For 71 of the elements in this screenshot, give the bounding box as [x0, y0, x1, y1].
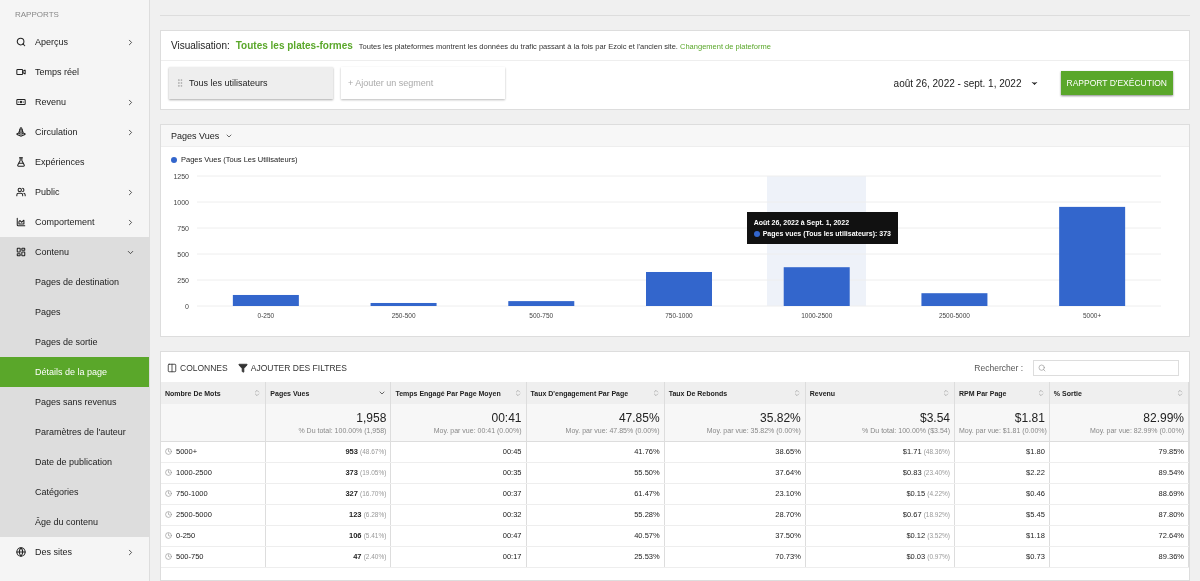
- sort-icon: [942, 389, 951, 397]
- sidebar-item[interactable]: Temps réel: [0, 57, 149, 87]
- sidebar-item[interactable]: Aperçus: [0, 27, 149, 57]
- chevron-right-icon: [126, 187, 135, 197]
- sort-icon: [1036, 389, 1045, 397]
- flask-icon: [16, 157, 26, 167]
- total-value: 35.82%: [759, 410, 801, 425]
- total-value: $1.81: [1013, 410, 1045, 425]
- sidebar-item[interactable]: Revenu: [0, 87, 149, 117]
- sort-icon: [792, 389, 801, 397]
- globe-icon: [16, 547, 26, 557]
- sidebar-item[interactable]: Contenu: [0, 237, 149, 267]
- total-value: 47.85%: [617, 410, 660, 425]
- clock-icon: [165, 531, 172, 539]
- search-field[interactable]: [1033, 360, 1179, 376]
- area-chart-icon: [16, 217, 26, 227]
- bar[interactable]: [1059, 206, 1126, 306]
- sidebar-subitem[interactable]: Pages de sortie: [0, 327, 149, 357]
- columns-button[interactable]: COLONNES: [167, 363, 228, 373]
- sort-desc-icon: [378, 389, 387, 397]
- total-value: 82.99%: [1142, 410, 1184, 425]
- video-camera-icon: [16, 67, 26, 77]
- filter-icon: [237, 363, 248, 373]
- sort-icon: [253, 389, 262, 397]
- bar[interactable]: [370, 303, 437, 306]
- sidebar-subitem[interactable]: Pages: [0, 297, 149, 327]
- platform-name: Toutes les plates-formes: [235, 40, 353, 51]
- section-heading: RAPPORTS: [14, 9, 60, 21]
- total-value: 1,958: [355, 410, 387, 425]
- total-value: 00:41: [490, 410, 522, 425]
- chevron-right-icon: [126, 97, 135, 107]
- search-icon: [1038, 364, 1046, 372]
- metric-selector[interactable]: Pages Vues: [171, 130, 220, 141]
- chevron-right-icon: [126, 217, 135, 227]
- visualization-label: Visualisation:: [171, 40, 230, 51]
- date-range-dropdown[interactable]: août 26, 2022 - sept. 1, 2022: [887, 76, 1045, 90]
- sidebar-subitem[interactable]: Catégories: [0, 477, 149, 507]
- search-label: Rechercher :: [974, 363, 1023, 373]
- traffic-cone-icon: [16, 127, 26, 137]
- chevron-right-icon: [126, 127, 135, 137]
- total-value: $3.54: [919, 410, 951, 425]
- segment-chip[interactable]: Tous les utilisateurs: [169, 67, 333, 99]
- sort-icon: [1176, 389, 1184, 397]
- chevron-right-icon: [126, 37, 135, 47]
- search-icon: [16, 37, 26, 47]
- drag-handle-icon: [175, 78, 185, 88]
- sidebar-subitem[interactable]: Pages de destination: [0, 267, 149, 297]
- clock-icon: [165, 552, 172, 560]
- dashboard-icon: [16, 247, 26, 257]
- sidebar-subitem[interactable]: Âge du contenu: [0, 507, 149, 537]
- sidebar-item[interactable]: Circulation: [0, 117, 149, 147]
- add-segment-field[interactable]: + Ajouter un segment: [341, 67, 505, 99]
- sort-icon: [651, 389, 660, 397]
- sidebar-subitem[interactable]: Pages sans revenus: [0, 387, 149, 417]
- sidebar-item[interactable]: Expériences: [0, 147, 149, 177]
- chevron-right-icon: [126, 547, 135, 557]
- clock-icon: [165, 510, 172, 518]
- clock-icon: [165, 447, 172, 455]
- sidebar-item[interactable]: Comportement: [0, 207, 149, 237]
- sidebar-subitem[interactable]: Paramètres de l'auteur: [0, 417, 149, 447]
- clock-icon: [165, 489, 172, 497]
- sidebar-item[interactable]: Des sites: [0, 537, 149, 567]
- sidebar-subitem[interactable]: Date de publication: [0, 447, 149, 477]
- add-filters-button[interactable]: AJOUTER DES FILTRES: [237, 363, 347, 373]
- people-icon: [16, 187, 26, 197]
- banknote-icon: [16, 97, 26, 107]
- columns-icon: [167, 363, 177, 373]
- clock-icon: [165, 468, 172, 476]
- sidebar-item[interactable]: Public: [0, 177, 149, 207]
- bar[interactable]: [921, 293, 988, 306]
- sort-icon: [513, 389, 522, 397]
